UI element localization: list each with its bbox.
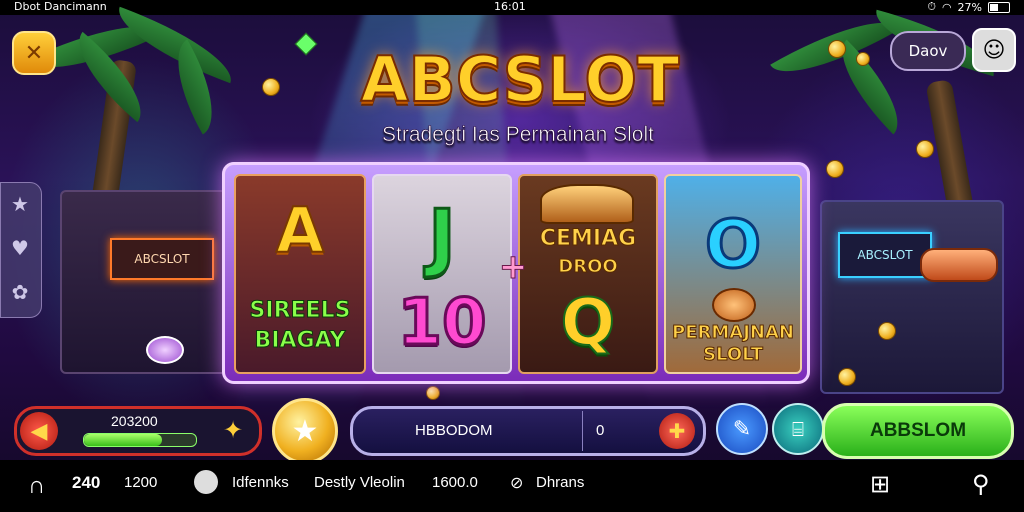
balance-panel: HBBODOM 0 ✚ <box>350 406 706 456</box>
coin-decoration <box>262 78 280 96</box>
nav-count-b: 1200 <box>124 474 158 491</box>
star-icon: ★ <box>291 413 319 449</box>
nav-count-a: 240 <box>72 473 101 492</box>
game-title: ABCSLOT <box>360 43 681 116</box>
star-icon[interactable]: ★ <box>7 191 33 217</box>
coin-decoration <box>828 40 846 58</box>
menu-pill-button[interactable]: Daov <box>890 31 966 71</box>
nav-item-3[interactable]: 1600.0 <box>432 474 478 491</box>
cannon-decoration <box>920 248 998 282</box>
symbol-text: SLOLT <box>703 344 764 366</box>
symbol-a: A <box>275 193 325 268</box>
user-icon: ☺ <box>982 37 1006 63</box>
balance-value: 0 <box>596 422 605 439</box>
heart-icon[interactable]: ♥ <box>7 235 33 261</box>
slot-machine-right <box>820 200 1004 394</box>
battery-percent: 27% <box>957 0 982 14</box>
nav-item-4[interactable]: Dhrans <box>536 474 584 491</box>
coin-decoration <box>878 322 896 340</box>
sparkle-icon[interactable]: ✦ <box>223 416 243 444</box>
spin-button[interactable]: ★ <box>272 398 338 464</box>
reel-1[interactable]: A SIREELS BIAGAY <box>234 174 366 374</box>
plus-icon: + <box>498 247 528 287</box>
symbol-10: 10 <box>396 285 488 362</box>
headphones-icon[interactable]: ∩ <box>28 472 45 500</box>
coin-decoration <box>856 52 870 66</box>
coin-decoration <box>838 368 856 386</box>
nav-item-2[interactable]: Destly Vleolin <box>314 474 405 491</box>
chip-decoration <box>146 336 184 364</box>
divider <box>582 411 583 451</box>
bet-panel: ◀ 203200 ✦ <box>14 406 262 456</box>
shield-icon: ✕ <box>24 40 44 66</box>
pen-icon: ✎ <box>732 416 752 442</box>
bet-value: 203200 <box>111 413 158 429</box>
chart-icon: ⌸ <box>792 417 804 441</box>
puzzle-icon: ✚ <box>668 419 686 443</box>
arrow-left-icon: ◀ <box>30 418 48 444</box>
symbol-q: Q <box>560 285 616 361</box>
balance-label: HBBODOM <box>415 422 493 439</box>
game-screen: Dbot Dancimann 16:01 ⏱ ◠ 27% ABCSLOT ABC… <box>0 0 1024 512</box>
bet-progress-bar[interactable] <box>83 433 197 447</box>
coin-decoration <box>426 386 440 400</box>
coin-decoration <box>826 160 844 178</box>
play-button[interactable]: ABBSLOM <box>822 403 1014 459</box>
status-app-text: Dbot Dancimann <box>14 0 107 13</box>
settings-icon[interactable]: ✿ <box>7 279 33 305</box>
back-button[interactable]: ◀ <box>20 412 58 450</box>
symbol-text: SIREELS <box>249 298 351 324</box>
alarm-icon: ⏱ <box>927 0 936 13</box>
profile-icon[interactable] <box>194 470 218 494</box>
search-icon[interactable]: ⚲ <box>972 470 990 499</box>
edit-button[interactable]: ✎ <box>716 403 768 455</box>
symbol-text: PERMAJNAN <box>672 322 795 344</box>
status-indicators: ⏱ ◠ 27% <box>927 0 1010 14</box>
wifi-icon: ◠ <box>941 0 952 14</box>
coin-decoration <box>916 140 934 158</box>
reel-2[interactable]: J 10 <box>372 174 512 374</box>
symbol-text: CEMIAG <box>539 226 637 251</box>
mascot-icon <box>712 288 756 322</box>
symbol-text: BIAGAY <box>254 328 346 354</box>
reel-3[interactable]: CEMIAG DROO Q <box>518 174 658 374</box>
clock-icon: ⊘ <box>510 475 524 492</box>
bet-progress-fill <box>84 434 163 446</box>
game-subtitle: Stradegti Ias Permainan Slolt <box>382 123 655 147</box>
stats-button[interactable]: ⌸ <box>772 403 824 455</box>
side-menu: ★ ♥ ✿ <box>0 182 42 318</box>
menu-shield-button[interactable]: ✕ <box>12 31 56 75</box>
nav-item-1[interactable]: Idfennks <box>232 474 289 491</box>
machine-sign-right: ABCSLOT <box>838 232 932 278</box>
avatar[interactable]: ☺ <box>972 28 1016 72</box>
status-bar: Dbot Dancimann 16:01 ⏱ ◠ 27% <box>0 0 1024 15</box>
symbol-text: DROO <box>558 256 618 278</box>
reel-4[interactable]: O PERMAJNAN SLOLT <box>664 174 802 374</box>
status-time: 16:01 <box>494 0 526 13</box>
symbol-o: O <box>703 205 762 285</box>
battery-icon <box>988 1 1010 13</box>
puzzle-button[interactable]: ✚ <box>659 413 695 449</box>
treasure-icon <box>540 184 634 224</box>
machine-sign-left: ABCSLOT <box>110 238 214 280</box>
bottom-nav: ∩ 240 1200 Idfennks Destly Vleolin 1600.… <box>0 460 1024 512</box>
symbol-j: J <box>427 193 458 282</box>
gift-icon[interactable]: ⊞ <box>870 470 890 499</box>
